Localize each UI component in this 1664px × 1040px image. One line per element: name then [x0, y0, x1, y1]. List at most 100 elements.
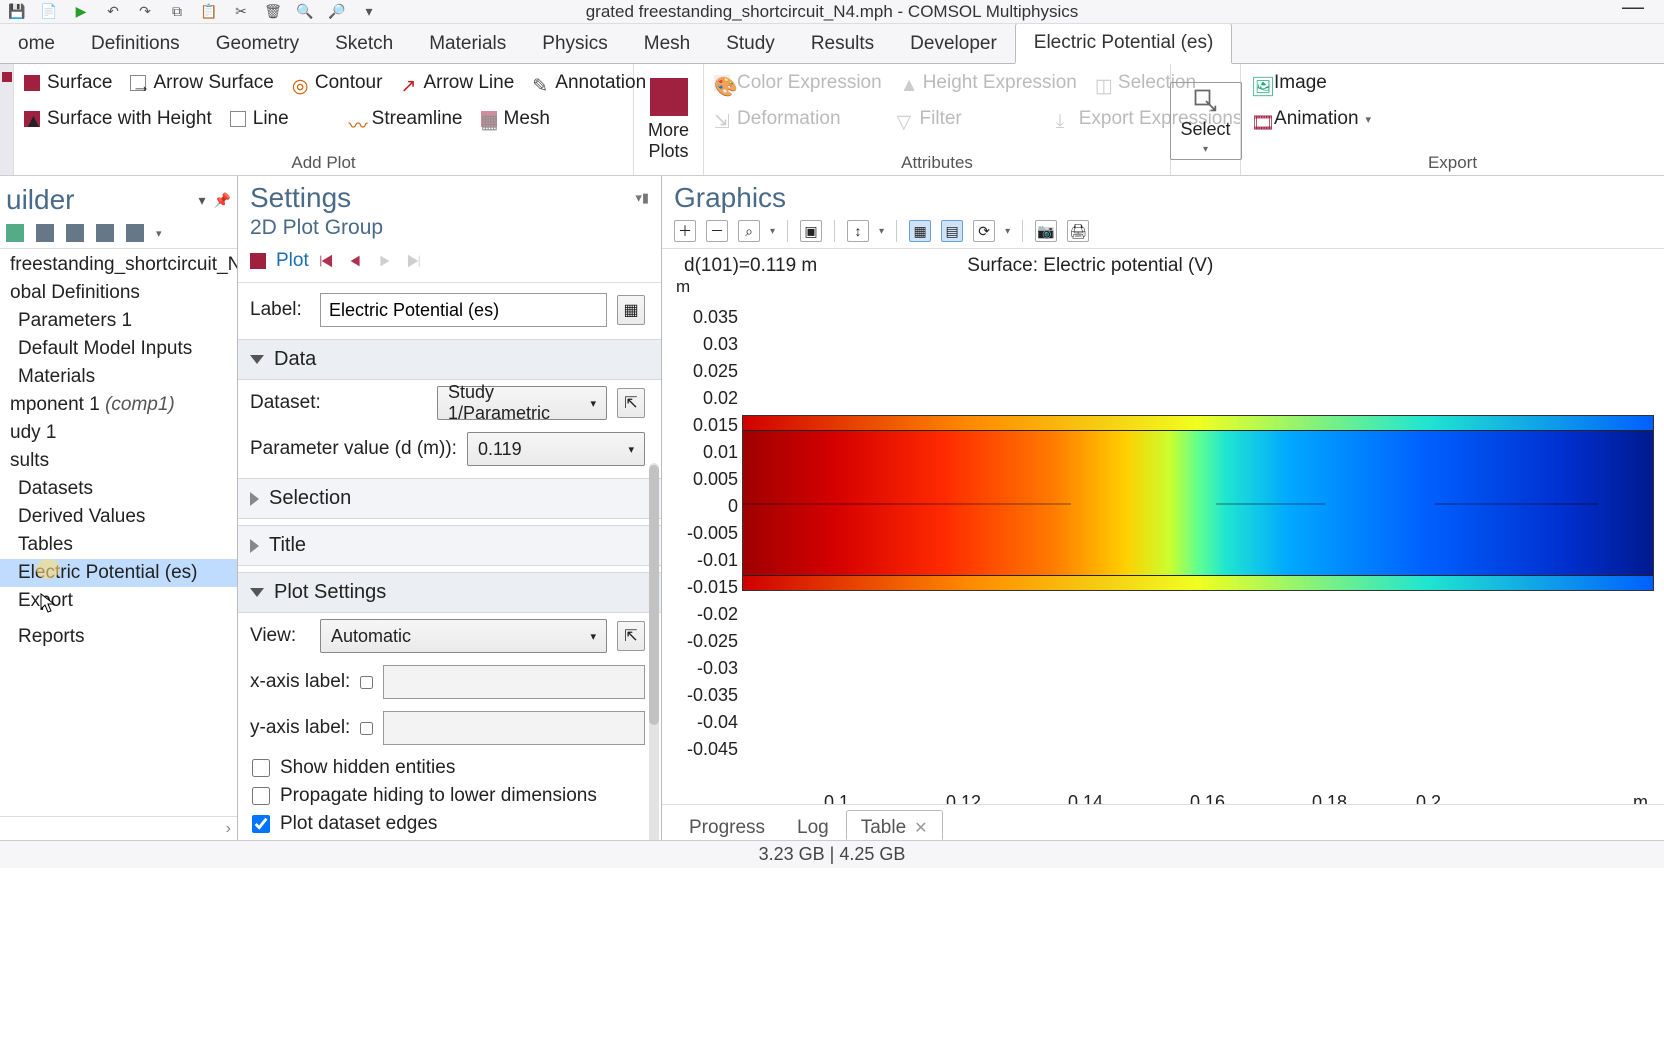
builder-tb-1[interactable]	[6, 224, 24, 242]
copy-icon[interactable]: ⧉	[168, 3, 186, 21]
plot-edges-checkbox[interactable]	[252, 815, 270, 833]
section-title[interactable]: Title	[238, 525, 661, 566]
minimize-icon[interactable]: —	[1622, 0, 1644, 20]
tab-materials[interactable]: Materials	[411, 25, 524, 63]
builder-tb-4[interactable]	[96, 224, 114, 242]
propagate-row[interactable]: Propagate hiding to lower dimensions	[252, 785, 645, 807]
tree-tables[interactable]: Tables	[0, 531, 237, 559]
plot-arrow-surface-button[interactable]: →Arrow Surface	[130, 72, 273, 94]
tab-electric-potential[interactable]: Electric Potential (es)	[1015, 23, 1233, 64]
label-action-icon[interactable]: ▦	[617, 295, 645, 325]
tab-definitions[interactable]: Definitions	[73, 25, 198, 63]
plot-streamline-button[interactable]: 〰Streamline	[349, 108, 463, 130]
label-input[interactable]	[320, 293, 607, 327]
show-hidden-checkbox[interactable]	[252, 759, 270, 777]
scene-light-icon[interactable]: ▦	[909, 220, 931, 242]
plot-contour-button[interactable]: ◎Contour	[292, 72, 383, 94]
propagate-checkbox[interactable]	[252, 787, 270, 805]
tree-materials[interactable]: Materials	[0, 363, 237, 391]
tree-parameters[interactable]: Parameters 1	[0, 307, 237, 335]
tree-electric-potential[interactable]: Electric Potential (es)	[0, 559, 237, 587]
more-icon[interactable]: ▾	[360, 3, 378, 21]
dropdown-icon[interactable]: ▾	[199, 192, 206, 209]
plot-arrow-line-button[interactable]: ↗Arrow Line	[400, 72, 514, 94]
plot-link[interactable]: Plot	[276, 250, 309, 272]
grid-icon[interactable]: ▤	[941, 220, 963, 242]
tab-sketch[interactable]: Sketch	[317, 25, 411, 63]
plot-line-button[interactable]: Line	[230, 108, 289, 130]
zoom-extents-icon[interactable]: ▣	[800, 220, 822, 242]
tree-default-inputs[interactable]: Default Model Inputs	[0, 335, 237, 363]
color-expression-button[interactable]: 🎨Color Expression	[714, 72, 882, 94]
tab-geometry[interactable]: Geometry	[198, 25, 317, 63]
tree-file[interactable]: freestanding_shortcircuit_N4.mph	[0, 251, 237, 279]
filter-button[interactable]: ▽Filter	[897, 108, 962, 130]
tab-physics[interactable]: Physics	[524, 25, 625, 63]
export-image-button[interactable]: 🖼Image	[1251, 72, 1327, 94]
model-tree[interactable]: freestanding_shortcircuit_N4.mph obal De…	[0, 249, 237, 816]
deformation-button[interactable]: ⇲Deformation	[714, 108, 841, 130]
settings-pin-icon[interactable]: ▮	[642, 190, 649, 205]
redo-icon[interactable]: ↷	[136, 3, 154, 21]
save-icon[interactable]: 💾	[8, 3, 26, 21]
zoom-box-icon[interactable]: ⌕	[738, 220, 760, 242]
tree-component[interactable]: mponent 1 (comp1)	[0, 391, 237, 419]
undo-icon[interactable]: ↶	[104, 3, 122, 21]
tab-study[interactable]: Study	[708, 25, 793, 63]
refresh-icon[interactable]: ⟳	[973, 220, 995, 242]
builder-tb-3[interactable]	[66, 224, 84, 242]
plot-mesh-button[interactable]: ▦Mesh	[481, 108, 550, 130]
nav-next-icon[interactable]	[375, 254, 393, 268]
tree-export[interactable]: Export	[0, 587, 237, 615]
delete-icon[interactable]: 🗑	[264, 3, 282, 21]
rotate-icon[interactable]: ↕	[847, 220, 869, 242]
builder-tb-2[interactable]	[36, 224, 54, 242]
yaxis-checkbox[interactable]	[360, 722, 373, 735]
select-button[interactable]: Select ▾	[1170, 82, 1242, 160]
param-dropdown[interactable]: 0.119▾	[467, 432, 645, 466]
pin-icon[interactable]: 📌	[214, 192, 231, 209]
print-icon[interactable]: 🖨	[1067, 220, 1089, 242]
dataset-action-icon[interactable]: ⇱	[617, 388, 645, 418]
zoom-in-icon[interactable]: ＋	[674, 220, 696, 242]
tree-datasets[interactable]: Datasets	[0, 475, 237, 503]
close-icon[interactable]: ✕	[914, 820, 927, 837]
tab-progress[interactable]: Progress	[674, 810, 780, 840]
dataset-dropdown[interactable]: Study 1/Parametric▾	[437, 386, 607, 420]
scroll-right-icon[interactable]: ›	[226, 820, 231, 838]
builder-tb-more[interactable]: ▾	[156, 227, 162, 240]
export-animation-button[interactable]: 🎞Animation▾	[1251, 108, 1371, 130]
graphics-plot-area[interactable]: d(101)=0.119 m Surface: Electric potenti…	[662, 249, 1664, 804]
plot-surface-height-button[interactable]: ▲Surface with Height	[24, 108, 212, 130]
tab-mesh[interactable]: Mesh	[626, 25, 708, 63]
run-icon[interactable]: ▶	[72, 3, 90, 21]
section-data[interactable]: Data	[238, 339, 661, 380]
section-plot-settings[interactable]: Plot Settings	[238, 572, 661, 613]
nav-prev-icon[interactable]	[347, 254, 365, 268]
tree-study[interactable]: udy 1	[0, 419, 237, 447]
tab-results[interactable]: Results	[793, 25, 892, 63]
zoom-out-icon[interactable]: －	[706, 220, 728, 242]
tree-results[interactable]: sults	[0, 447, 237, 475]
view-dropdown[interactable]: Automatic▾	[320, 619, 607, 653]
height-expression-button[interactable]: ▲Height Expression	[900, 72, 1077, 94]
tree-global-def[interactable]: obal Definitions	[0, 279, 237, 307]
tab-developer[interactable]: Developer	[892, 25, 1015, 63]
xaxis-checkbox[interactable]	[360, 676, 373, 689]
plot-annotation-button[interactable]: ✎Annotation	[532, 72, 646, 94]
plot-edges-row[interactable]: Plot dataset edges	[252, 813, 645, 835]
plot-icon[interactable]	[250, 253, 266, 269]
tree-reports[interactable]: Reports	[0, 623, 237, 651]
section-selection[interactable]: Selection	[238, 478, 661, 519]
more-plots-button[interactable]: More Plots	[634, 64, 703, 175]
tab-table[interactable]: Table✕	[846, 810, 943, 840]
nav-last-icon[interactable]	[403, 254, 421, 268]
tab-log[interactable]: Log	[782, 810, 844, 840]
snapshot-icon[interactable]: 📷	[1035, 220, 1057, 242]
tab-home[interactable]: ome	[0, 25, 73, 63]
paste-icon[interactable]: 📋	[200, 3, 218, 21]
tree-derived[interactable]: Derived Values	[0, 503, 237, 531]
view-action-icon[interactable]: ⇱	[617, 621, 645, 651]
show-hidden-row[interactable]: Show hidden entities	[252, 757, 645, 779]
plot-surface-button[interactable]: Surface	[24, 72, 112, 94]
